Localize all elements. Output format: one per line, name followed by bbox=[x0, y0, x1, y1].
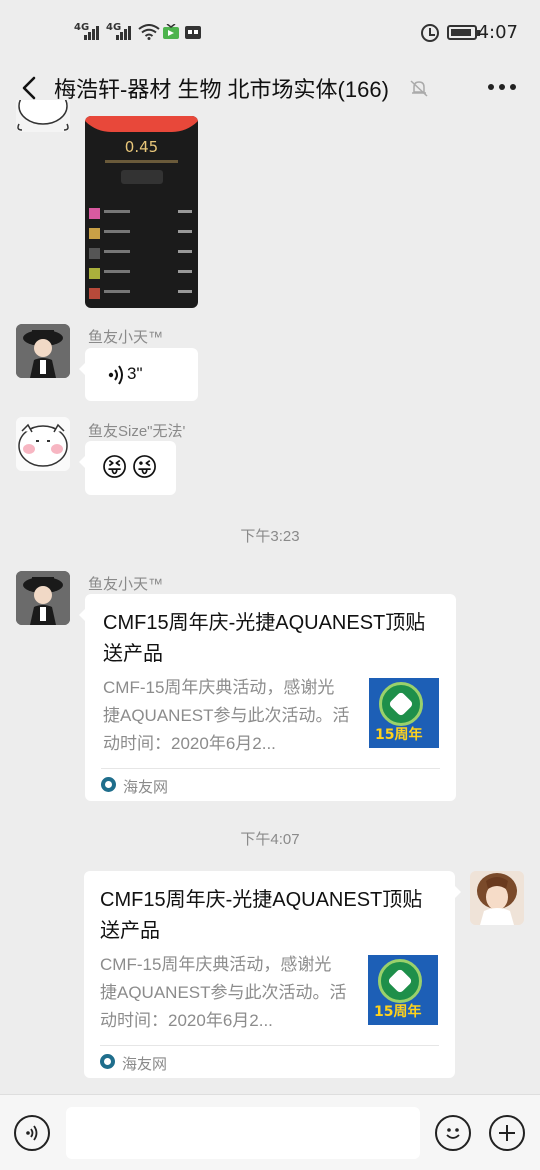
plus-icon[interactable] bbox=[489, 1115, 525, 1151]
app-notification-icon bbox=[185, 26, 201, 39]
wifi-icon bbox=[138, 24, 160, 40]
more-dots-icon[interactable] bbox=[488, 84, 516, 92]
image-message[interactable]: 0.45 bbox=[85, 116, 198, 308]
source-logo-icon bbox=[100, 1054, 115, 1069]
status-time: 4:07 bbox=[477, 22, 518, 43]
my-avatar[interactable] bbox=[470, 871, 524, 925]
voice-wave-icon bbox=[108, 365, 123, 385]
voice-input-icon[interactable] bbox=[14, 1115, 50, 1151]
source-logo-icon bbox=[101, 777, 116, 792]
avatar[interactable] bbox=[16, 571, 70, 625]
link-card[interactable]: CMF15周年庆-光捷AQUANEST顶贴送产品 CMF-15周年庆典活动，感谢… bbox=[84, 871, 461, 1078]
sender-name: 鱼友Size"无法' bbox=[88, 423, 186, 440]
battery-icon bbox=[447, 25, 480, 40]
emoji-tongue-icon: 😝 bbox=[101, 453, 129, 483]
link-thumbnail: 15周年 bbox=[368, 955, 438, 1025]
link-description: CMF-15周年庆典活动，感谢光捷AQUANEST参与此次活动。活动时间：202… bbox=[100, 955, 347, 1030]
link-title: CMF15周年庆-光捷AQUANEST顶贴送产品 bbox=[100, 889, 423, 942]
avatar[interactable] bbox=[16, 417, 70, 471]
emoji-message[interactable]: 😝 😜 bbox=[79, 441, 176, 495]
signal-icon-2 bbox=[116, 24, 136, 40]
emoji-icon[interactable] bbox=[435, 1115, 471, 1151]
link-card[interactable]: CMF15周年庆-光捷AQUANEST顶贴送产品 CMF-15周年庆典活动，感谢… bbox=[79, 594, 456, 801]
tv-app-icon bbox=[163, 24, 179, 39]
sender-name: 鱼友小天™ bbox=[88, 329, 164, 346]
link-title: CMF15周年庆-光捷AQUANEST顶贴送产品 bbox=[103, 612, 426, 665]
thumbnail-label: 15周年 bbox=[375, 727, 423, 743]
input-bar bbox=[0, 1094, 540, 1170]
timestamp: 下午4:07 bbox=[240, 831, 300, 848]
link-thumbnail: 15周年 bbox=[369, 678, 439, 748]
message-input[interactable] bbox=[66, 1107, 420, 1159]
link-description: CMF-15周年庆典活动，感谢光捷AQUANEST参与此次活动。活动时间：202… bbox=[103, 678, 350, 753]
status-bar: 4G 4G 4:07 bbox=[0, 0, 540, 64]
chat-title[interactable]: 梅浩轩-器材 生物 北市场实体(166) bbox=[54, 72, 389, 104]
timestamp: 下午3:23 bbox=[240, 528, 300, 545]
bell-muted-icon bbox=[410, 80, 428, 97]
voice-message[interactable]: 3" bbox=[79, 348, 198, 401]
image-amount: 0.45 bbox=[124, 138, 159, 156]
alarm-icon bbox=[421, 24, 439, 42]
avatar[interactable] bbox=[16, 100, 70, 132]
emoji-wink-icon: 😜 bbox=[131, 453, 159, 483]
voice-duration: 3" bbox=[127, 364, 143, 383]
chevron-left-icon[interactable] bbox=[16, 74, 44, 102]
sender-name: 鱼友小天™ bbox=[88, 576, 164, 593]
thumbnail-label: 15周年 bbox=[374, 1004, 422, 1020]
signal-icon bbox=[84, 24, 104, 40]
link-source: 海友网 bbox=[123, 779, 169, 796]
avatar[interactable] bbox=[16, 324, 70, 378]
link-source: 海友网 bbox=[122, 1056, 168, 1073]
chat-header: 梅浩轩-器材 生物 北市场实体(166) bbox=[0, 64, 540, 112]
